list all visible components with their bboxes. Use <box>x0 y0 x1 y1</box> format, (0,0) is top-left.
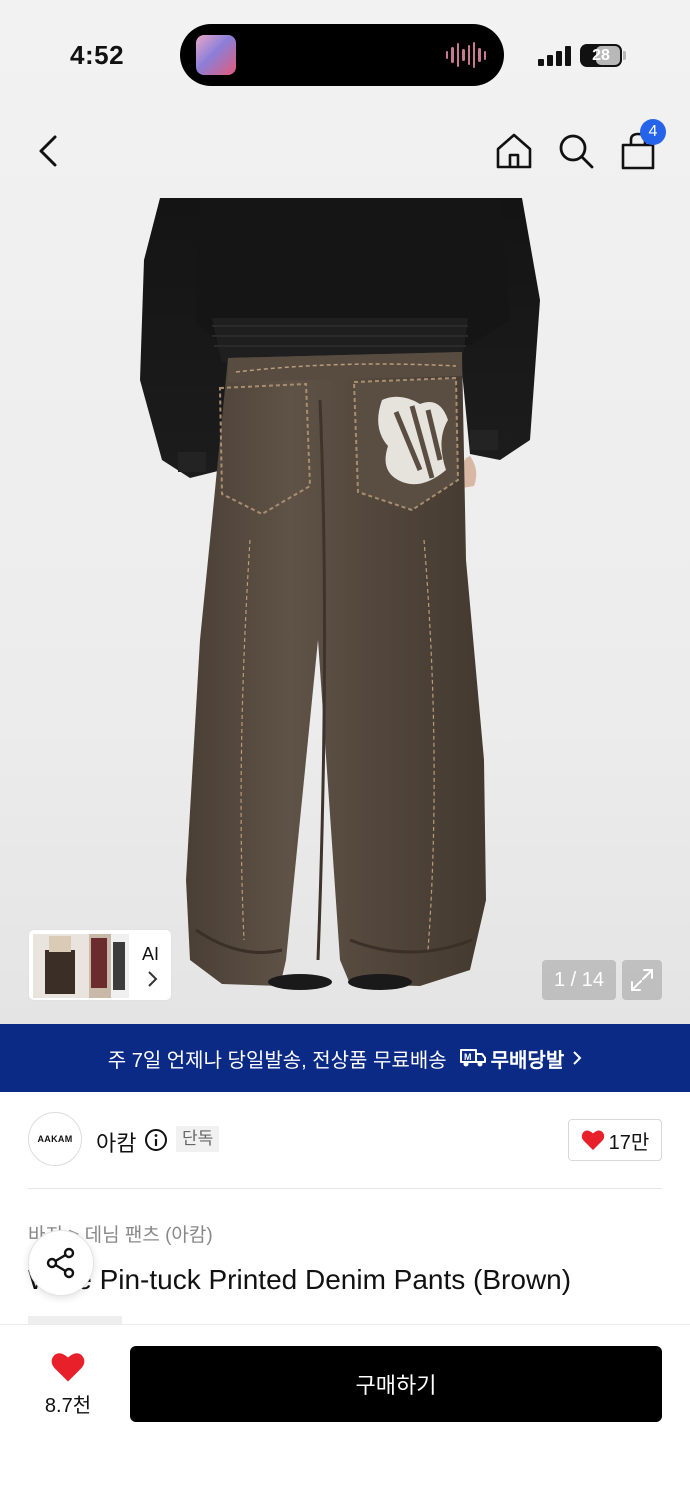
home-icon <box>496 133 532 169</box>
svg-text:M: M <box>464 1052 472 1062</box>
back-arrow-icon <box>39 135 57 167</box>
expand-icon <box>631 969 653 991</box>
ai-styling-card[interactable]: AI <box>28 929 172 1001</box>
status-time: 4:52 <box>70 40 125 70</box>
heart-icon <box>581 1130 604 1150</box>
battery-level: 28 <box>592 47 610 64</box>
dynamic-island[interactable] <box>180 24 504 86</box>
chevron-right-icon <box>573 1051 582 1065</box>
banner-text: 주 7일 언제나 당일발송, 전상품 무료배송 <box>107 1049 447 1072</box>
chevron-right-icon <box>148 971 158 987</box>
brand-like-button[interactable]: 17만 <box>568 1119 662 1161</box>
brand-logo[interactable]: AAKAM <box>28 1112 82 1166</box>
ai-label: AI <box>142 944 160 964</box>
product-image-gallery[interactable]: 4:52 28 4 AI 1 / 14 <box>0 0 690 1024</box>
status-bar: 4:52 28 <box>0 0 690 110</box>
cellular-signal-icon <box>538 44 572 66</box>
share-icon <box>46 1247 75 1279</box>
cart-button[interactable]: 4 <box>614 119 666 175</box>
ai-thumbnail-images <box>33 934 129 998</box>
search-icon <box>559 134 594 169</box>
search-button[interactable] <box>552 127 600 175</box>
battery-tip <box>623 51 626 60</box>
brand-like-count: 17만 <box>608 1131 650 1154</box>
wishlist-button[interactable]: 8.7천 <box>28 1349 108 1421</box>
heart-icon <box>51 1353 85 1382</box>
home-button[interactable] <box>490 127 538 175</box>
info-icon[interactable] <box>144 1128 168 1152</box>
share-button[interactable] <box>28 1230 94 1296</box>
audio-waveform-icon <box>446 42 486 68</box>
exclusive-badge: 단독 <box>176 1126 220 1152</box>
product-title: Wide Pin-tuck Printed Denim Pants (Brown… <box>28 1264 572 1295</box>
free-shipping-banner[interactable]: 주 7일 언제나 당일발송, 전상품 무료배송 M 무배당발 <box>0 1024 690 1092</box>
section-divider <box>28 1188 662 1189</box>
now-playing-artwork <box>196 35 236 75</box>
expand-image-button[interactable] <box>622 960 662 1000</box>
buy-button[interactable]: 구매하기 <box>130 1346 662 1422</box>
image-counter: 1 / 14 <box>542 960 616 1000</box>
brand-name[interactable]: 아캄 <box>96 1126 136 1158</box>
cart-count-badge: 4 <box>640 119 666 145</box>
banner-brand-label: 무배당발 <box>490 1049 565 1072</box>
battery-icon: 28 <box>580 44 622 67</box>
brand-row: AAKAM 아캄 단독 17만 <box>28 1112 662 1168</box>
banner-brand: M 무배당발 <box>459 1044 565 1073</box>
truck-icon: M <box>459 1049 486 1067</box>
bottom-action-bar: 8.7천 구매하기 <box>0 1324 690 1500</box>
wishlist-count: 8.7천 <box>44 1395 92 1417</box>
product-page: 4:52 28 4 AI 1 / 14 주 7일 언제나 당일발송, 전상품 무… <box>0 0 690 1500</box>
brand-logo-text: AAKAM <box>37 1134 73 1144</box>
back-button[interactable] <box>24 127 72 175</box>
